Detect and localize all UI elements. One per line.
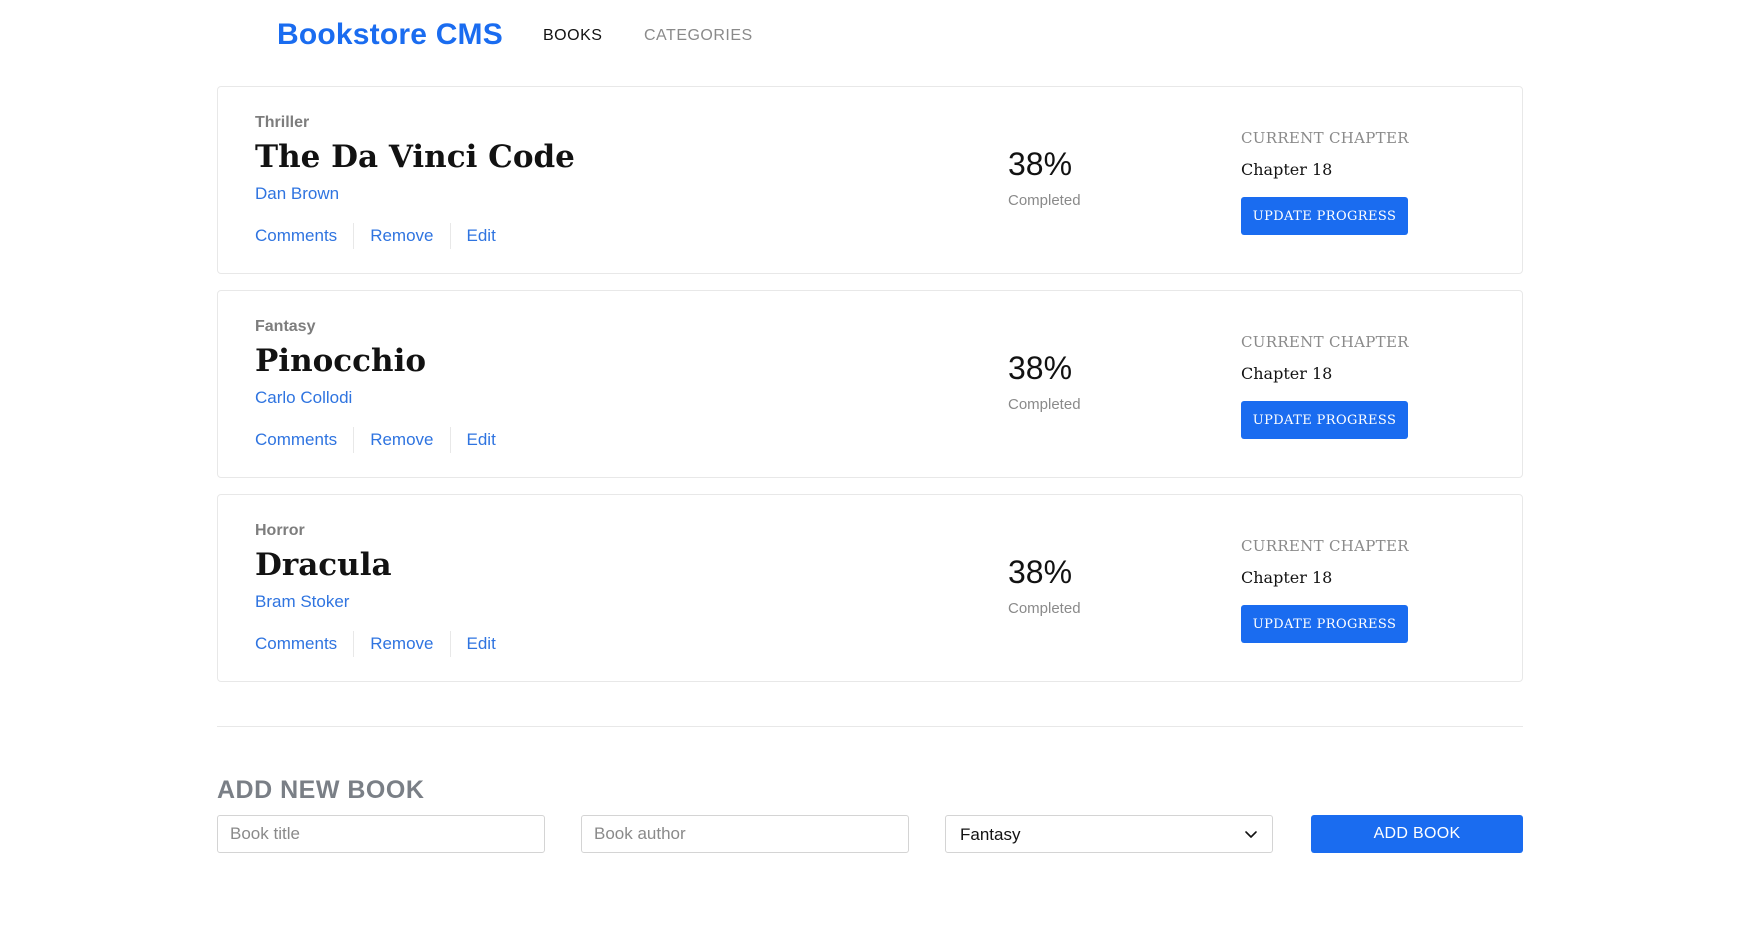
book-title: The Da Vinci Code xyxy=(255,139,575,175)
chevron-down-icon xyxy=(1245,831,1257,838)
book-author-input[interactable] xyxy=(581,815,909,853)
book-author: Carlo Collodi xyxy=(255,388,353,407)
book-title: Dracula xyxy=(255,547,392,583)
current-chapter-label: CURRENT CHAPTER xyxy=(1241,537,1409,555)
book-genre: Fantasy xyxy=(255,318,316,335)
book-title: Pinocchio xyxy=(255,343,427,379)
progress-completed-label: Completed xyxy=(1008,192,1081,209)
progress-completed-label: Completed xyxy=(1008,600,1081,617)
nav-link-categories[interactable]: CATEGORIES xyxy=(644,27,753,45)
progress-percent: 38% xyxy=(1008,554,1073,590)
edit-button[interactable]: Edit xyxy=(449,427,512,453)
update-progress-button[interactable]: UPDATE PROGRESS xyxy=(1241,605,1408,643)
book-author: Bram Stoker xyxy=(255,592,350,611)
current-chapter-label: CURRENT CHAPTER xyxy=(1241,333,1409,351)
update-progress-button[interactable]: UPDATE PROGRESS xyxy=(1241,197,1408,235)
book-author: Dan Brown xyxy=(255,184,340,203)
comments-button[interactable]: Comments xyxy=(255,223,353,249)
brand-logo[interactable]: Bookstore CMS xyxy=(277,18,503,52)
section-divider xyxy=(217,726,1523,727)
book-card: Horror Dracula Bram Stoker Comments Remo… xyxy=(217,494,1523,682)
remove-button[interactable]: Remove xyxy=(353,223,449,249)
book-card: Thriller The Da Vinci Code Dan Brown Com… xyxy=(217,86,1523,274)
book-title-input[interactable] xyxy=(217,815,545,853)
remove-button[interactable]: Remove xyxy=(353,427,449,453)
add-book-button[interactable]: ADD BOOK xyxy=(1311,815,1523,853)
current-chapter-value: Chapter 18 xyxy=(1241,364,1333,383)
comments-button[interactable]: Comments xyxy=(255,427,353,453)
nav-link-books[interactable]: BOOKS xyxy=(543,27,602,45)
current-chapter-value: Chapter 18 xyxy=(1241,568,1333,587)
book-actions: Comments Remove Edit xyxy=(255,427,512,453)
progress-percent: 38% xyxy=(1008,350,1073,386)
navbar: Bookstore CMS BOOKS CATEGORIES xyxy=(0,0,1764,70)
edit-button[interactable]: Edit xyxy=(449,223,512,249)
book-card: Fantasy Pinocchio Carlo Collodi Comments… xyxy=(217,290,1523,478)
current-chapter-label: CURRENT CHAPTER xyxy=(1241,129,1409,147)
book-genre: Horror xyxy=(255,522,305,539)
book-genre: Thriller xyxy=(255,114,310,131)
comments-button[interactable]: Comments xyxy=(255,631,353,657)
remove-button[interactable]: Remove xyxy=(353,631,449,657)
book-actions: Comments Remove Edit xyxy=(255,631,512,657)
current-chapter-value: Chapter 18 xyxy=(1241,160,1333,179)
progress-completed-label: Completed xyxy=(1008,396,1081,413)
update-progress-button[interactable]: UPDATE PROGRESS xyxy=(1241,401,1408,439)
add-book-heading: ADD NEW BOOK xyxy=(217,776,425,804)
category-select[interactable]: Fantasy xyxy=(945,815,1273,853)
edit-button[interactable]: Edit xyxy=(449,631,512,657)
progress-percent: 38% xyxy=(1008,146,1073,182)
book-actions: Comments Remove Edit xyxy=(255,223,512,249)
category-select-value: Fantasy xyxy=(960,825,1021,844)
